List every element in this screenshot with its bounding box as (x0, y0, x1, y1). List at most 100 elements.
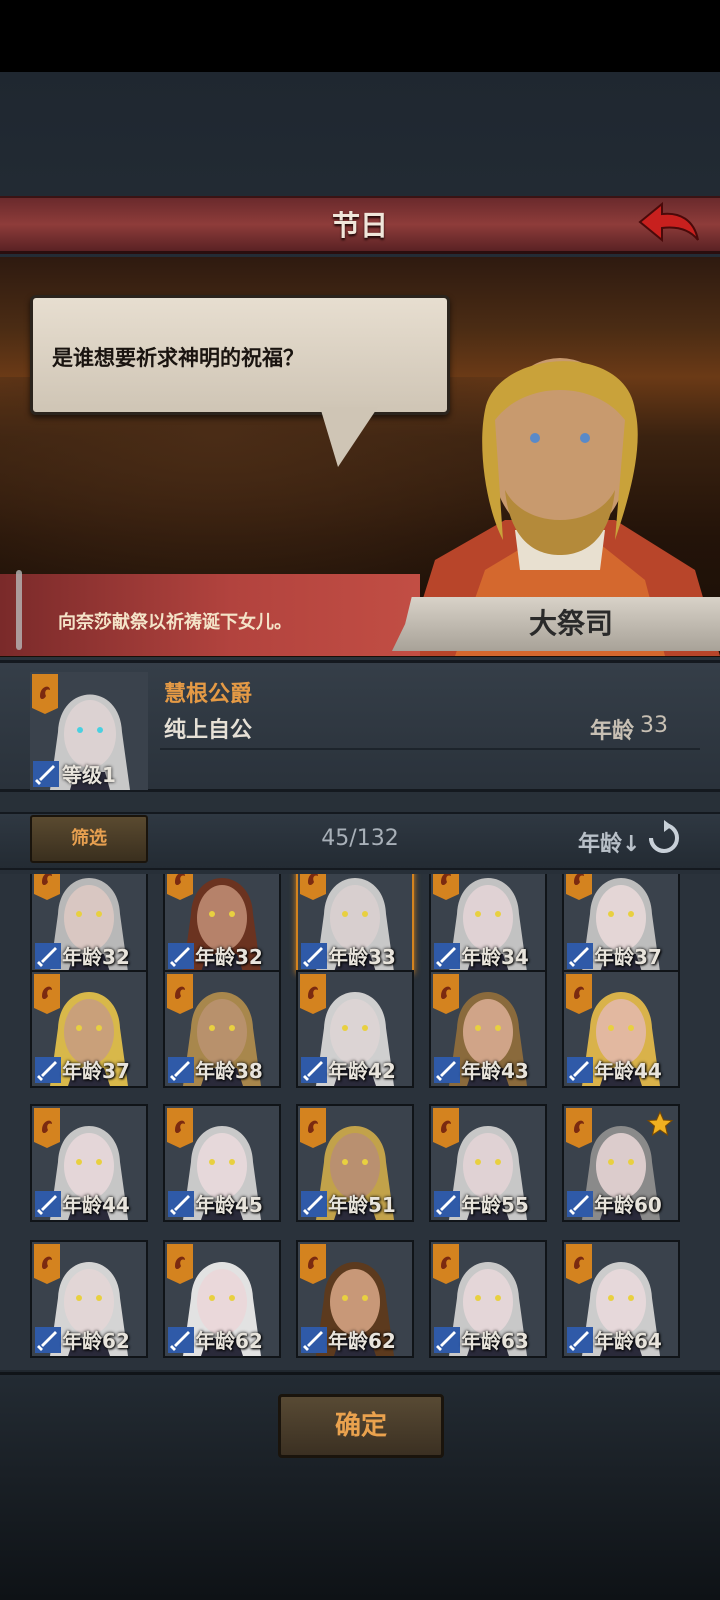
card-age-label: 年龄32 (195, 945, 263, 969)
house-badge-icon (566, 974, 592, 1014)
card-age-label: 年龄33 (328, 945, 396, 969)
sword-icon (168, 1057, 194, 1083)
house-badge-icon (300, 1108, 326, 1148)
sword-icon (168, 1327, 194, 1353)
character-card[interactable]: 年龄32 (163, 874, 281, 974)
card-age-label: 年龄63 (461, 1329, 529, 1353)
card-age-label: 年龄44 (62, 1193, 130, 1217)
character-card[interactable]: 年龄45 (163, 1104, 281, 1222)
sword-icon (35, 1057, 61, 1083)
status-bar-area (0, 0, 720, 72)
card-age-label: 年龄34 (461, 945, 529, 969)
house-badge-icon (300, 974, 326, 1014)
panel-divider (160, 748, 700, 750)
house-badge-icon (167, 1244, 193, 1284)
character-card[interactable]: 年龄64 (562, 1240, 680, 1358)
character-card[interactable]: 年龄63 (429, 1240, 547, 1358)
refresh-icon[interactable] (646, 820, 682, 856)
card-age-label: 年龄55 (461, 1193, 529, 1217)
character-card[interactable]: 年龄62 (163, 1240, 281, 1358)
sword-icon (35, 1327, 61, 1353)
card-age-label: 年龄43 (461, 1059, 529, 1083)
house-badge-icon (566, 1244, 592, 1284)
sword-icon (301, 943, 327, 969)
character-card[interactable]: 年龄32 (30, 874, 148, 974)
house-badge-icon (34, 1244, 60, 1284)
card-age-label: 年龄32 (62, 945, 130, 969)
house-badge-icon (300, 1244, 326, 1284)
sword-icon (33, 761, 59, 787)
house-badge-icon (433, 1244, 459, 1284)
sword-icon (434, 1191, 460, 1217)
sword-icon (567, 1327, 593, 1353)
card-age-label: 年龄44 (594, 1059, 662, 1083)
house-badge-icon (34, 974, 60, 1014)
card-age-label: 年龄64 (594, 1329, 662, 1353)
character-title: 纯上自公 (164, 718, 253, 743)
card-age-label: 年龄60 (594, 1193, 662, 1217)
house-badge-icon (34, 874, 60, 900)
sword-icon (168, 943, 194, 969)
house-badge-icon (32, 674, 58, 714)
house-badge-icon (34, 1108, 60, 1148)
house-badge-icon (566, 874, 592, 900)
sword-icon (168, 1191, 194, 1217)
character-card[interactable]: 年龄42 (296, 970, 414, 1088)
house-badge-icon (167, 1108, 193, 1148)
character-card[interactable]: 年龄44 (30, 1104, 148, 1222)
selected-character-portrait[interactable]: 等级1 (30, 672, 148, 790)
confirm-button[interactable]: 确定 (278, 1394, 444, 1458)
back-arrow-icon[interactable] (636, 200, 702, 250)
character-card[interactable]: 年龄43 (429, 970, 547, 1088)
star-icon (646, 1110, 674, 1137)
card-age-label: 年龄62 (62, 1329, 130, 1353)
house-badge-icon (433, 1108, 459, 1148)
card-age-label: 年龄45 (195, 1193, 263, 1217)
character-card[interactable]: 年龄37 (562, 874, 680, 974)
age-value: 33 (640, 713, 668, 738)
sword-icon (434, 1327, 460, 1353)
character-card[interactable]: 年龄38 (163, 970, 281, 1088)
character-card[interactable]: 年龄51 (296, 1104, 414, 1222)
sword-icon (35, 1191, 61, 1217)
character-card[interactable]: 年龄34 (429, 874, 547, 974)
character-card[interactable]: 年龄44 (562, 970, 680, 1088)
card-age-label: 年龄51 (328, 1193, 396, 1217)
card-age-label: 年龄42 (328, 1059, 396, 1083)
level-label: 等级1 (62, 763, 116, 787)
sword-icon (434, 943, 460, 969)
character-card[interactable]: 年龄55 (429, 1104, 547, 1222)
sword-icon (301, 1057, 327, 1083)
character-grid[interactable]: 年龄32 年龄32 年龄33 年龄34 年龄37 年龄37 年龄38 年龄42 年龄43 年龄44… (0, 874, 720, 1370)
sword-icon (567, 1057, 593, 1083)
result-count: 45/132 (321, 826, 399, 851)
house-badge-icon (167, 974, 193, 1014)
npc-name: 大祭司 (528, 607, 613, 640)
character-card[interactable]: 年龄60 (562, 1104, 680, 1222)
card-age-label: 年龄38 (195, 1059, 263, 1083)
bottom-area (0, 1472, 720, 1600)
character-card[interactable]: 年龄62 (296, 1240, 414, 1358)
sword-icon (567, 943, 593, 969)
filter-button[interactable]: 筛选 (30, 815, 148, 863)
header-bar: 节日 (0, 196, 720, 254)
page-title: 节日 (331, 209, 388, 242)
sword-icon (35, 943, 61, 969)
house-badge-icon (433, 874, 459, 900)
character-card[interactable]: 年龄62 (30, 1240, 148, 1358)
age-label: 年龄 (590, 719, 635, 744)
house-badge-icon (433, 974, 459, 1014)
sort-by-age-button[interactable]: 年龄↓ (578, 826, 640, 858)
character-card[interactable]: 年龄37 (30, 970, 148, 1088)
card-age-label: 年龄62 (195, 1329, 263, 1353)
sword-icon (301, 1327, 327, 1353)
house-badge-icon (566, 1108, 592, 1148)
house-badge-icon (167, 874, 193, 900)
event-description: 向奈莎献祭以祈祷诞下女儿。 (58, 612, 292, 633)
character-name: 慧根公爵 (164, 682, 253, 707)
character-card[interactable]: 年龄33 (296, 874, 414, 974)
house-badge-icon (300, 874, 326, 900)
sword-icon (301, 1191, 327, 1217)
speech-bubble-tail (320, 407, 378, 467)
sword-icon (434, 1057, 460, 1083)
